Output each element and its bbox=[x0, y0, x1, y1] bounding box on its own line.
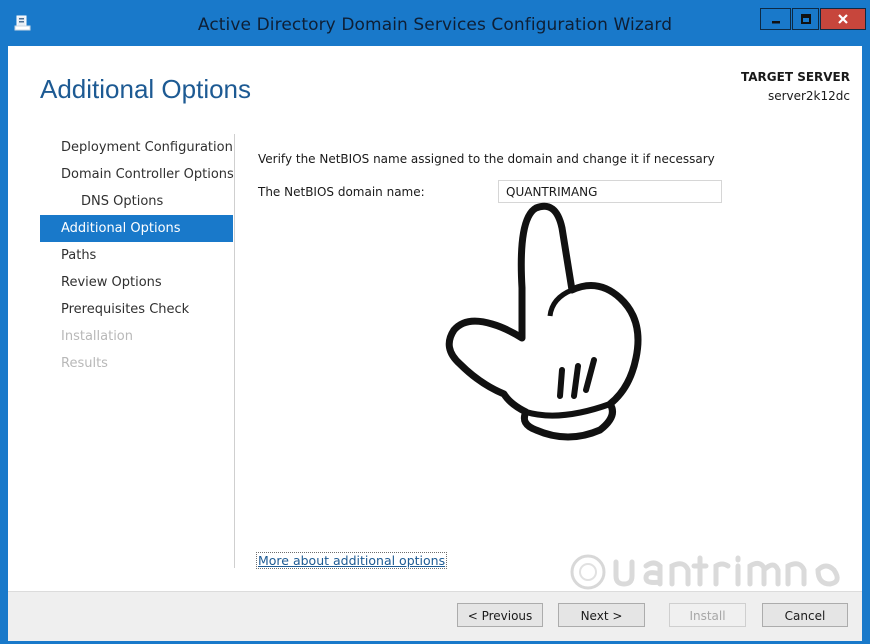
minimize-icon bbox=[771, 21, 780, 24]
window-title: Active Directory Domain Services Configu… bbox=[197, 15, 673, 35]
instruction-text: Verify the NetBIOS name assigned to the … bbox=[258, 152, 715, 166]
wizard-steps-nav: Deployment Configuration Domain Controll… bbox=[40, 134, 234, 377]
maximize-icon bbox=[800, 14, 811, 24]
nav-item-prerequisites-check[interactable]: Prerequisites Check bbox=[40, 296, 233, 323]
pointing-hand-icon bbox=[445, 202, 642, 441]
nav-item-results: Results bbox=[61, 356, 108, 371]
maximize-button[interactable] bbox=[792, 8, 819, 30]
next-button[interactable]: Next > bbox=[558, 603, 645, 627]
nav-item-domain-controller-options[interactable]: Domain Controller Options bbox=[40, 161, 234, 188]
minimize-button[interactable] bbox=[760, 8, 791, 30]
close-icon bbox=[838, 14, 848, 24]
previous-button[interactable]: < Previous bbox=[457, 603, 543, 627]
install-button: Install bbox=[669, 603, 746, 627]
target-server-name: server2k12dc bbox=[767, 89, 850, 103]
nav-item-paths[interactable]: Paths bbox=[40, 242, 233, 269]
nav-divider bbox=[234, 134, 235, 568]
more-about-options-link[interactable]: More about additional options bbox=[256, 552, 448, 569]
page-title: Additional Options bbox=[40, 74, 252, 104]
quantrimang-watermark bbox=[570, 554, 840, 590]
nav-item-installation: Installation bbox=[61, 329, 134, 344]
netbios-domain-name-label: The NetBIOS domain name: bbox=[258, 185, 425, 199]
cancel-button[interactable]: Cancel bbox=[762, 603, 848, 627]
nav-item-review-options[interactable]: Review Options bbox=[40, 269, 233, 296]
target-server-label: TARGET SERVER bbox=[741, 70, 850, 84]
nav-item-dns-options[interactable]: DNS Options bbox=[40, 188, 233, 215]
nav-item-additional-options[interactable]: Additional Options bbox=[40, 215, 233, 242]
close-button[interactable] bbox=[820, 8, 866, 30]
nav-item-deployment-configuration[interactable]: Deployment Configuration bbox=[40, 134, 233, 161]
title-bar: Active Directory Domain Services Configu… bbox=[0, 0, 870, 46]
